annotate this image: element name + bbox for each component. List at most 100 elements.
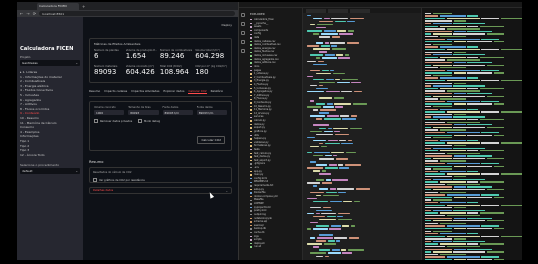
terminal-token	[481, 256, 499, 258]
procedimento-value: default	[22, 169, 33, 174]
terminal-token	[439, 170, 466, 173]
deploy-button[interactable]: Deploy	[221, 23, 232, 27]
source-control-icon[interactable]	[241, 31, 245, 35]
terminal-token	[481, 80, 499, 82]
code-token	[338, 191, 346, 194]
terminal-token	[425, 246, 445, 248]
metric-item: Total CO2 (tCO2) 108.964	[160, 65, 192, 79]
code-token	[326, 103, 333, 105]
terminal-token	[425, 191, 438, 193]
projeto-select[interactable]: Gentilezas ⌄	[20, 60, 80, 66]
code-token	[336, 54, 343, 56]
terminal-token	[453, 176, 466, 178]
calcular-co2-button[interactable]: Calcular CO2	[197, 136, 225, 144]
terminal-token	[453, 165, 466, 167]
code-token	[307, 182, 320, 184]
code-token	[313, 139, 326, 142]
terminal-panel[interactable]	[421, 8, 538, 260]
terminal-token	[453, 217, 466, 219]
terminal-token	[425, 160, 438, 162]
content-tab[interactable]: Calcular CO2	[188, 89, 207, 94]
terminal-token	[446, 225, 480, 227]
content-tab[interactable]: Explorar dados	[163, 89, 184, 94]
code-token	[331, 249, 340, 251]
terminal-token	[425, 121, 445, 123]
form-checkbox[interactable]: Remover dados privados	[94, 119, 134, 123]
field-input[interactable]: 89093 t/m	[196, 110, 227, 115]
checkbox-box[interactable]	[94, 119, 98, 123]
code-token	[324, 54, 335, 56]
files-icon[interactable]	[241, 13, 245, 17]
code-token	[335, 106, 343, 108]
terminal-token	[425, 196, 452, 199]
code-token	[344, 164, 361, 166]
editor-tab[interactable]	[328, 9, 348, 13]
terminal-token	[425, 100, 445, 103]
field-input[interactable]: 89093 t/m	[162, 110, 193, 115]
content-tab[interactable]: Impacto cadeias	[104, 89, 127, 94]
sidebar-page-link[interactable]: 12 - Árvore Todo	[20, 153, 80, 158]
browser-tab[interactable]: Calculadora FICEN	[37, 2, 79, 10]
code-token	[328, 164, 337, 166]
forward-icon[interactable]: →	[26, 11, 29, 16]
terminal-token	[467, 93, 492, 95]
editor-tab[interactable]	[306, 9, 326, 13]
terminal-token	[486, 189, 504, 191]
terminal-token	[439, 139, 466, 142]
code-token	[310, 161, 316, 163]
checkbox-label: Modo debug	[144, 119, 161, 123]
code-token	[325, 179, 331, 181]
run-debug-icon[interactable]	[241, 40, 245, 44]
code-token	[316, 118, 322, 120]
reload-icon[interactable]: ⟳	[33, 11, 36, 16]
terminal-token	[467, 212, 478, 214]
terminal-token	[432, 157, 452, 160]
search-icon[interactable]	[241, 22, 245, 26]
form-checkbox[interactable]: Modo debug	[138, 119, 178, 123]
terminal-token	[425, 230, 431, 232]
graficos-toggle[interactable]: Ver gráficos de CO2 por resistência	[93, 178, 228, 182]
terminal-token	[425, 253, 438, 256]
code-token	[327, 252, 341, 254]
terminal-token	[467, 248, 492, 250]
terminal-token	[425, 243, 438, 245]
terminal-token	[425, 12, 431, 14]
checkbox-box[interactable]	[93, 178, 97, 182]
terminal-token	[493, 72, 504, 74]
code-token	[326, 115, 339, 117]
terminal-token	[481, 100, 499, 103]
terminal-token	[439, 160, 466, 162]
form-checkbox-row: Remover dados privados Modo debug	[94, 115, 227, 123]
content-tabs: Resumo Impacto cadeias Impactos atividades…	[89, 89, 232, 97]
url-input[interactable]: localhost:8501	[39, 11, 235, 16]
extensions-icon[interactable]	[241, 49, 245, 53]
terminal-token	[446, 28, 480, 30]
terminal-token	[432, 240, 452, 243]
terminal-token	[439, 56, 466, 59]
terminal-token	[446, 183, 480, 186]
back-icon[interactable]: ←	[20, 11, 23, 16]
editor-tabs	[303, 8, 421, 13]
field-input[interactable]: 1000	[94, 110, 125, 115]
checkbox-box[interactable]	[138, 119, 142, 123]
field-input[interactable]: 89093	[128, 110, 159, 115]
terminal-token	[467, 103, 492, 105]
content-tab[interactable]: Resumo	[89, 89, 100, 94]
terminal-token	[425, 61, 452, 64]
code-token	[319, 188, 328, 190]
code-editor-window: EXPLORER calculadora_ficen __pycache__ ass…	[239, 2, 538, 260]
terminal-token	[425, 152, 445, 154]
editor-tab[interactable]	[350, 9, 370, 13]
terminal-token	[481, 142, 499, 144]
explorer-file[interactable]: run.sh	[247, 245, 302, 249]
code-token	[319, 173, 331, 175]
content-tab[interactable]: Impactos atividades	[131, 89, 159, 94]
code-token	[310, 69, 320, 72]
code-token	[319, 127, 326, 130]
terminal-token	[467, 108, 478, 110]
procedimento-select[interactable]: default ⌄	[20, 168, 80, 175]
content-tab[interactable]: Relatório	[211, 89, 223, 94]
terminal-token	[432, 178, 452, 180]
code-editor[interactable]	[303, 8, 421, 260]
new-tab-button[interactable]: +	[82, 4, 85, 9]
